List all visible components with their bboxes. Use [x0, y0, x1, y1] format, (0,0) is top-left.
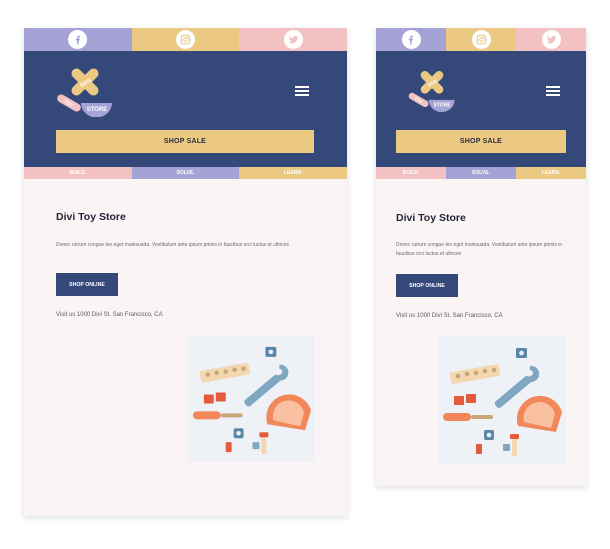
shop-online-button[interactable]: SHOP ONLINE [396, 274, 458, 297]
instagram-icon[interactable] [471, 30, 491, 49]
hamburger-menu-icon[interactable] [295, 86, 309, 96]
toy-tools-photo [188, 335, 315, 462]
tag-learn: LEARN. [239, 167, 347, 179]
tag-solve: SOLVE. [446, 167, 516, 179]
tag-solve: SOLVE. [131, 167, 240, 179]
svg-text:STORE: STORE [87, 107, 108, 113]
instagram-icon[interactable] [176, 30, 195, 49]
social-cell-twitter[interactable] [516, 28, 586, 51]
tag-build: BUILD. [376, 167, 446, 179]
toy-tools-photo [438, 336, 566, 464]
site-header: DIVI TOY STORE SHOP SALE [376, 51, 586, 167]
social-bar [24, 28, 347, 51]
tablet-preview: DIVI TOY STORE SHOP SALE BUILD. SOLVE. L… [24, 28, 347, 516]
tag-bar: BUILD. SOLVE. LEARN. [24, 167, 347, 179]
phone-preview: DIVI TOY STORE SHOP SALE BUILD. SOLVE. L… [376, 28, 586, 486]
description-text: Donec rutrum congue leo eget malesuada. … [56, 242, 289, 248]
twitter-icon[interactable] [541, 30, 561, 49]
page-title: Divi Toy Store [396, 212, 466, 224]
tag-bar: BUILD. SOLVE. LEARN. [376, 167, 586, 179]
divi-toy-store-logo[interactable]: DIVI TOY STORE [54, 63, 116, 118]
page-title: Divi Toy Store [56, 211, 126, 223]
site-header: DIVI TOY STORE SHOP SALE [24, 51, 347, 167]
social-cell-instagram[interactable] [131, 28, 240, 51]
social-cell-twitter[interactable] [239, 28, 347, 51]
svg-text:STORE: STORE [433, 103, 451, 109]
divi-toy-store-logo[interactable]: DIVI TOY STORE [406, 63, 458, 115]
shop-sale-button[interactable]: SHOP SALE [56, 130, 314, 153]
social-cell-facebook[interactable] [24, 28, 132, 51]
social-cell-facebook[interactable] [376, 28, 446, 51]
address-text: Visit us 1000 Divi St. San Francisco, CA [396, 313, 503, 319]
social-bar [376, 28, 586, 51]
tag-build: BUILD. [24, 167, 132, 179]
facebook-icon[interactable] [401, 30, 421, 49]
description-text: Donec rutrum congue leo eget malesuada. … [396, 242, 563, 257]
shop-sale-button[interactable]: SHOP SALE [396, 130, 566, 153]
hamburger-menu-icon[interactable] [546, 86, 560, 96]
address-text: Visit us 1000 Divi St. San Francisco, CA [56, 312, 163, 318]
facebook-icon[interactable] [68, 30, 88, 49]
shop-online-button[interactable]: SHOP ONLINE [56, 273, 118, 296]
twitter-icon[interactable] [283, 30, 303, 49]
social-cell-instagram[interactable] [446, 28, 516, 51]
tag-learn: LEARN. [516, 167, 586, 179]
